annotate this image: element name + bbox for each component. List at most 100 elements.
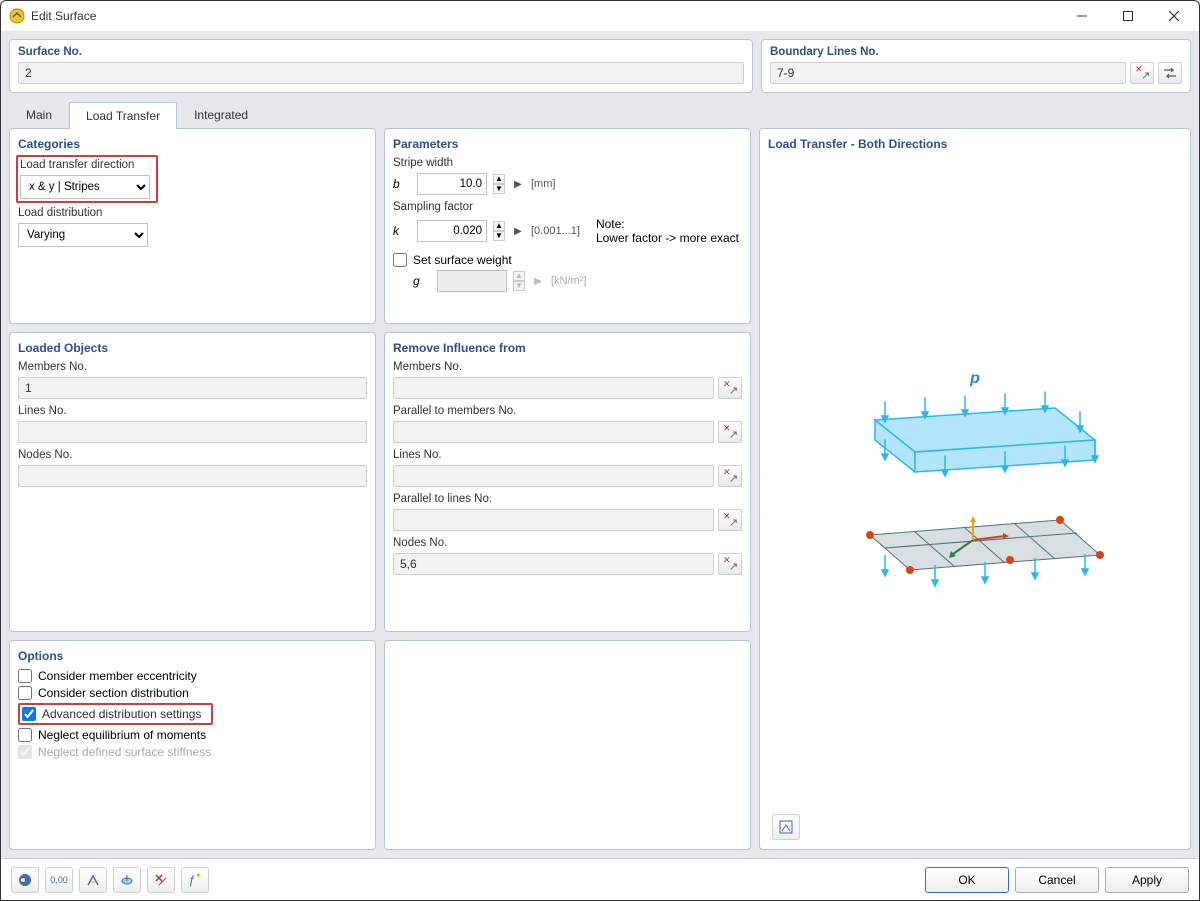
ri-members-pick-icon[interactable]	[718, 377, 742, 399]
boundary-lines-label: Boundary Lines No.	[770, 46, 1182, 58]
stripe-width-var: b	[393, 177, 411, 191]
surface-weight-input	[437, 270, 507, 292]
tab-integrated[interactable]: Integrated	[177, 101, 265, 128]
surface-no-label: Surface No.	[18, 46, 744, 58]
ri-nodes-label: Nodes No.	[393, 537, 742, 549]
tab-main[interactable]: Main	[9, 101, 69, 128]
note-label: Note:	[596, 217, 739, 231]
load-transfer-diagram: p	[835, 365, 1115, 605]
remove-influence-title: Remove Influence from	[393, 341, 742, 355]
direction-select[interactable]: x & y | Stripes	[20, 175, 150, 199]
sampling-factor-spinner[interactable]: ▲▼	[493, 221, 505, 241]
ri-lines-input[interactable]	[393, 465, 714, 487]
cancel-button[interactable]: Cancel	[1015, 867, 1099, 893]
surface-weight-spinner: ▲▼	[513, 271, 525, 291]
loaded-nodes-input[interactable]	[18, 465, 367, 487]
neglect-stiffness-checkbox	[18, 745, 32, 759]
consider-section-distribution-label: Consider section distribution	[38, 686, 189, 700]
apply-button[interactable]: Apply	[1105, 867, 1189, 893]
stripe-width-play-icon[interactable]: ▶	[511, 173, 525, 195]
categories-panel: Categories Load transfer direction x & y…	[9, 128, 376, 324]
ri-parallel-members-input[interactable]	[393, 421, 714, 443]
minimize-button[interactable]	[1059, 1, 1105, 31]
direction-label: Load transfer direction	[20, 159, 154, 171]
consider-member-eccentricity-checkbox[interactable]	[18, 669, 32, 683]
ri-nodes-pick-icon[interactable]	[718, 553, 742, 575]
ri-parallel-lines-input[interactable]	[393, 509, 714, 531]
titlebar: Edit Surface	[1, 1, 1199, 31]
note-text: Lower factor -> more exact	[596, 231, 739, 245]
preview-panel: Load Transfer - Both Directions p	[759, 128, 1191, 850]
advanced-distribution-label: Advanced distribution settings	[42, 707, 201, 721]
window-title: Edit Surface	[31, 9, 1059, 23]
loaded-lines-label: Lines No.	[18, 405, 367, 417]
stripe-width-input[interactable]	[417, 173, 487, 195]
sampling-factor-range: [0.001...1]	[531, 225, 580, 237]
stripe-width-label: Stripe width	[393, 157, 742, 169]
sampling-factor-play-icon[interactable]: ▶	[511, 220, 525, 242]
empty-panel	[384, 640, 751, 850]
help-icon[interactable]	[11, 867, 39, 893]
loaded-objects-title: Loaded Objects	[18, 341, 367, 355]
header-area: Surface No. Boundary Lines No.	[1, 31, 1199, 101]
set-surface-weight-checkbox[interactable]	[393, 253, 407, 267]
sampling-factor-label: Sampling factor	[393, 201, 742, 213]
preview-canvas[interactable]: p	[768, 157, 1182, 813]
boundary-lines-pick-icon[interactable]	[1130, 62, 1154, 84]
tab-bar: Main Load Transfer Integrated	[1, 101, 1199, 128]
ri-lines-pick-icon[interactable]	[718, 465, 742, 487]
boundary-lines-box: Boundary Lines No.	[761, 39, 1191, 93]
neglect-equilibrium-checkbox[interactable]	[18, 728, 32, 742]
svg-text:p: p	[969, 370, 980, 387]
surface-weight-unit: [kN/m²]	[551, 275, 586, 287]
ri-nodes-input[interactable]	[393, 553, 714, 575]
ri-parallel-members-pick-icon[interactable]	[718, 421, 742, 443]
ri-members-input[interactable]	[393, 377, 714, 399]
remove-influence-panel: Remove Influence from Members No. Parall…	[384, 332, 751, 632]
boundary-lines-reverse-icon[interactable]	[1158, 62, 1182, 84]
surface-no-box: Surface No.	[9, 39, 753, 93]
units-icon[interactable]: 0,00	[45, 867, 73, 893]
main-body: Categories Load transfer direction x & y…	[1, 128, 1199, 858]
dialog-footer: 0,00 ƒ✦ OK Cancel Apply	[1, 858, 1199, 900]
distribution-select[interactable]: Varying	[18, 223, 148, 247]
ri-lines-label: Lines No.	[393, 449, 742, 461]
ri-parallel-lines-label: Parallel to lines No.	[393, 493, 742, 505]
set-surface-weight-label: Set surface weight	[413, 253, 512, 267]
advanced-distribution-checkbox[interactable]	[22, 707, 36, 721]
distribution-label: Load distribution	[18, 207, 367, 219]
consider-section-distribution-checkbox[interactable]	[18, 686, 32, 700]
tool-icon-4[interactable]: ƒ✦	[181, 867, 209, 893]
loaded-lines-input[interactable]	[18, 421, 367, 443]
loaded-members-label: Members No.	[18, 361, 367, 373]
loaded-members-input[interactable]	[18, 377, 367, 399]
stripe-width-unit: [mm]	[531, 178, 555, 190]
close-button[interactable]	[1151, 1, 1197, 31]
maximize-button[interactable]	[1105, 1, 1151, 31]
surface-no-input[interactable]	[18, 62, 744, 84]
ok-button[interactable]: OK	[925, 867, 1009, 893]
options-title: Options	[18, 649, 367, 663]
sampling-factor-var: k	[393, 224, 411, 238]
boundary-lines-input[interactable]	[770, 62, 1126, 84]
stripe-width-spinner[interactable]: ▲▼	[493, 174, 505, 194]
consider-member-eccentricity-label: Consider member eccentricity	[38, 669, 197, 683]
tab-load-transfer[interactable]: Load Transfer	[69, 102, 177, 129]
parameters-title: Parameters	[393, 137, 742, 151]
loaded-objects-panel: Loaded Objects Members No. Lines No. Nod…	[9, 332, 376, 632]
sampling-factor-input[interactable]	[417, 220, 487, 242]
loaded-nodes-label: Nodes No.	[18, 449, 367, 461]
tool-icon-2[interactable]	[113, 867, 141, 893]
categories-title: Categories	[18, 137, 367, 151]
preview-settings-icon[interactable]	[772, 814, 800, 840]
ri-parallel-members-label: Parallel to members No.	[393, 405, 742, 417]
preview-title: Load Transfer - Both Directions	[768, 137, 1182, 151]
surface-weight-play-icon: ▶	[531, 270, 545, 292]
ri-parallel-lines-pick-icon[interactable]	[718, 509, 742, 531]
surface-weight-var: g	[413, 274, 431, 288]
tool-icon-3[interactable]	[147, 867, 175, 893]
app-icon	[9, 8, 25, 24]
tool-icon-1[interactable]	[79, 867, 107, 893]
neglect-equilibrium-label: Neglect equilibrium of moments	[38, 728, 206, 742]
ri-members-label: Members No.	[393, 361, 742, 373]
